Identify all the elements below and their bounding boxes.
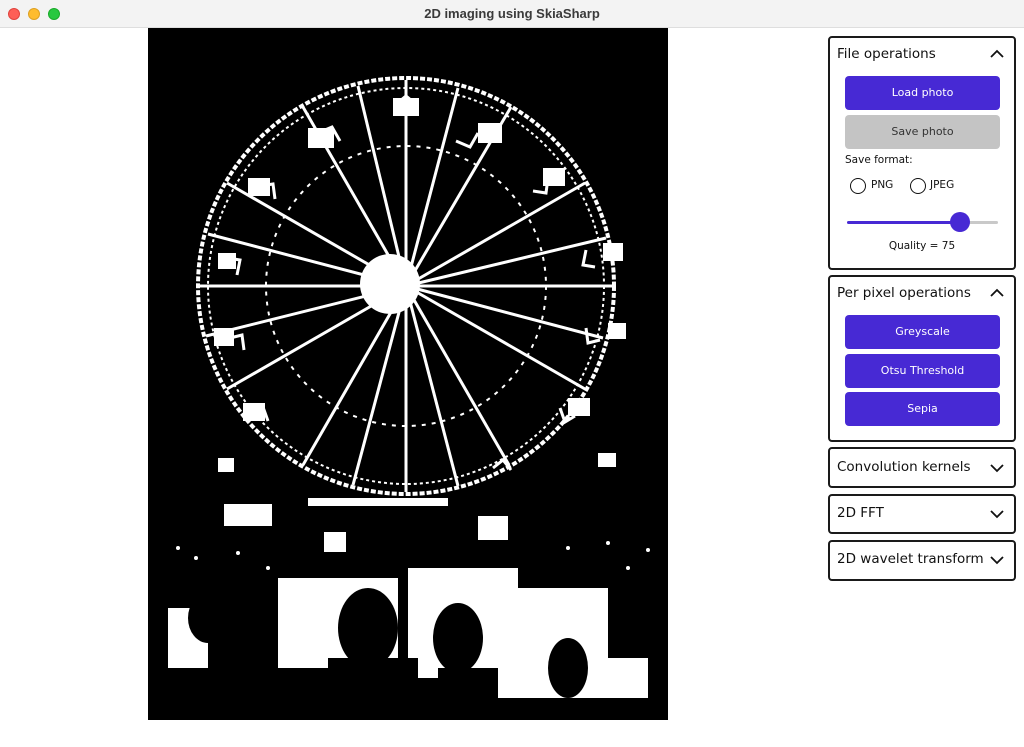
fft-panel[interactable]: 2D FFT — [828, 494, 1016, 534]
fft-header[interactable]: 2D FFT — [830, 496, 1014, 530]
chevron-down-icon[interactable] — [990, 555, 1004, 565]
file-operations-header[interactable]: File operations — [830, 38, 1014, 72]
photo-canvas — [148, 28, 668, 720]
wavelet-transform-header[interactable]: 2D wavelet transform — [830, 542, 1014, 576]
window-title: 2D imaging using SkiaSharp — [424, 6, 600, 21]
per-pixel-operations-title: Per pixel operations — [837, 285, 971, 301]
quality-slider-track-active — [847, 221, 961, 224]
jpeg-radio[interactable] — [910, 178, 926, 194]
quality-slider[interactable] — [847, 212, 998, 232]
fft-title: 2D FFT — [837, 505, 884, 521]
load-photo-button[interactable]: Load photo — [845, 76, 1000, 110]
save-photo-button: Save photo — [845, 115, 1000, 149]
otsu-threshold-button[interactable]: Otsu Threshold — [845, 354, 1000, 388]
ferris-wheel-image — [148, 28, 668, 720]
chevron-up-icon[interactable] — [990, 49, 1004, 59]
greyscale-button[interactable]: Greyscale — [845, 315, 1000, 349]
png-radio-label: PNG — [871, 179, 894, 191]
per-pixel-operations-panel: Per pixel operations Greyscale Otsu Thre… — [828, 275, 1016, 442]
quality-slider-thumb[interactable] — [950, 212, 971, 232]
file-operations-panel: File operations Load photo Save photo Sa… — [828, 36, 1016, 270]
save-format-label: Save format: — [845, 154, 913, 166]
chevron-up-icon[interactable] — [990, 288, 1004, 298]
wavelet-transform-panel[interactable]: 2D wavelet transform — [828, 540, 1016, 581]
chevron-down-icon[interactable] — [990, 463, 1004, 473]
per-pixel-operations-header[interactable]: Per pixel operations — [830, 277, 1014, 311]
title-bar: 2D imaging using SkiaSharp — [0, 0, 1024, 28]
sepia-button[interactable]: Sepia — [845, 392, 1000, 426]
convolution-kernels-header[interactable]: Convolution kernels — [830, 449, 1014, 483]
chevron-down-icon[interactable] — [990, 509, 1004, 519]
file-operations-title: File operations — [837, 46, 936, 62]
jpeg-radio-label: JPEG — [930, 179, 955, 191]
convolution-kernels-title: Convolution kernels — [837, 459, 971, 475]
wavelet-transform-title: 2D wavelet transform — [837, 551, 984, 567]
convolution-kernels-panel[interactable]: Convolution kernels — [828, 447, 1016, 488]
png-radio[interactable] — [850, 178, 866, 194]
quality-label: Quality = 75 — [888, 240, 956, 252]
